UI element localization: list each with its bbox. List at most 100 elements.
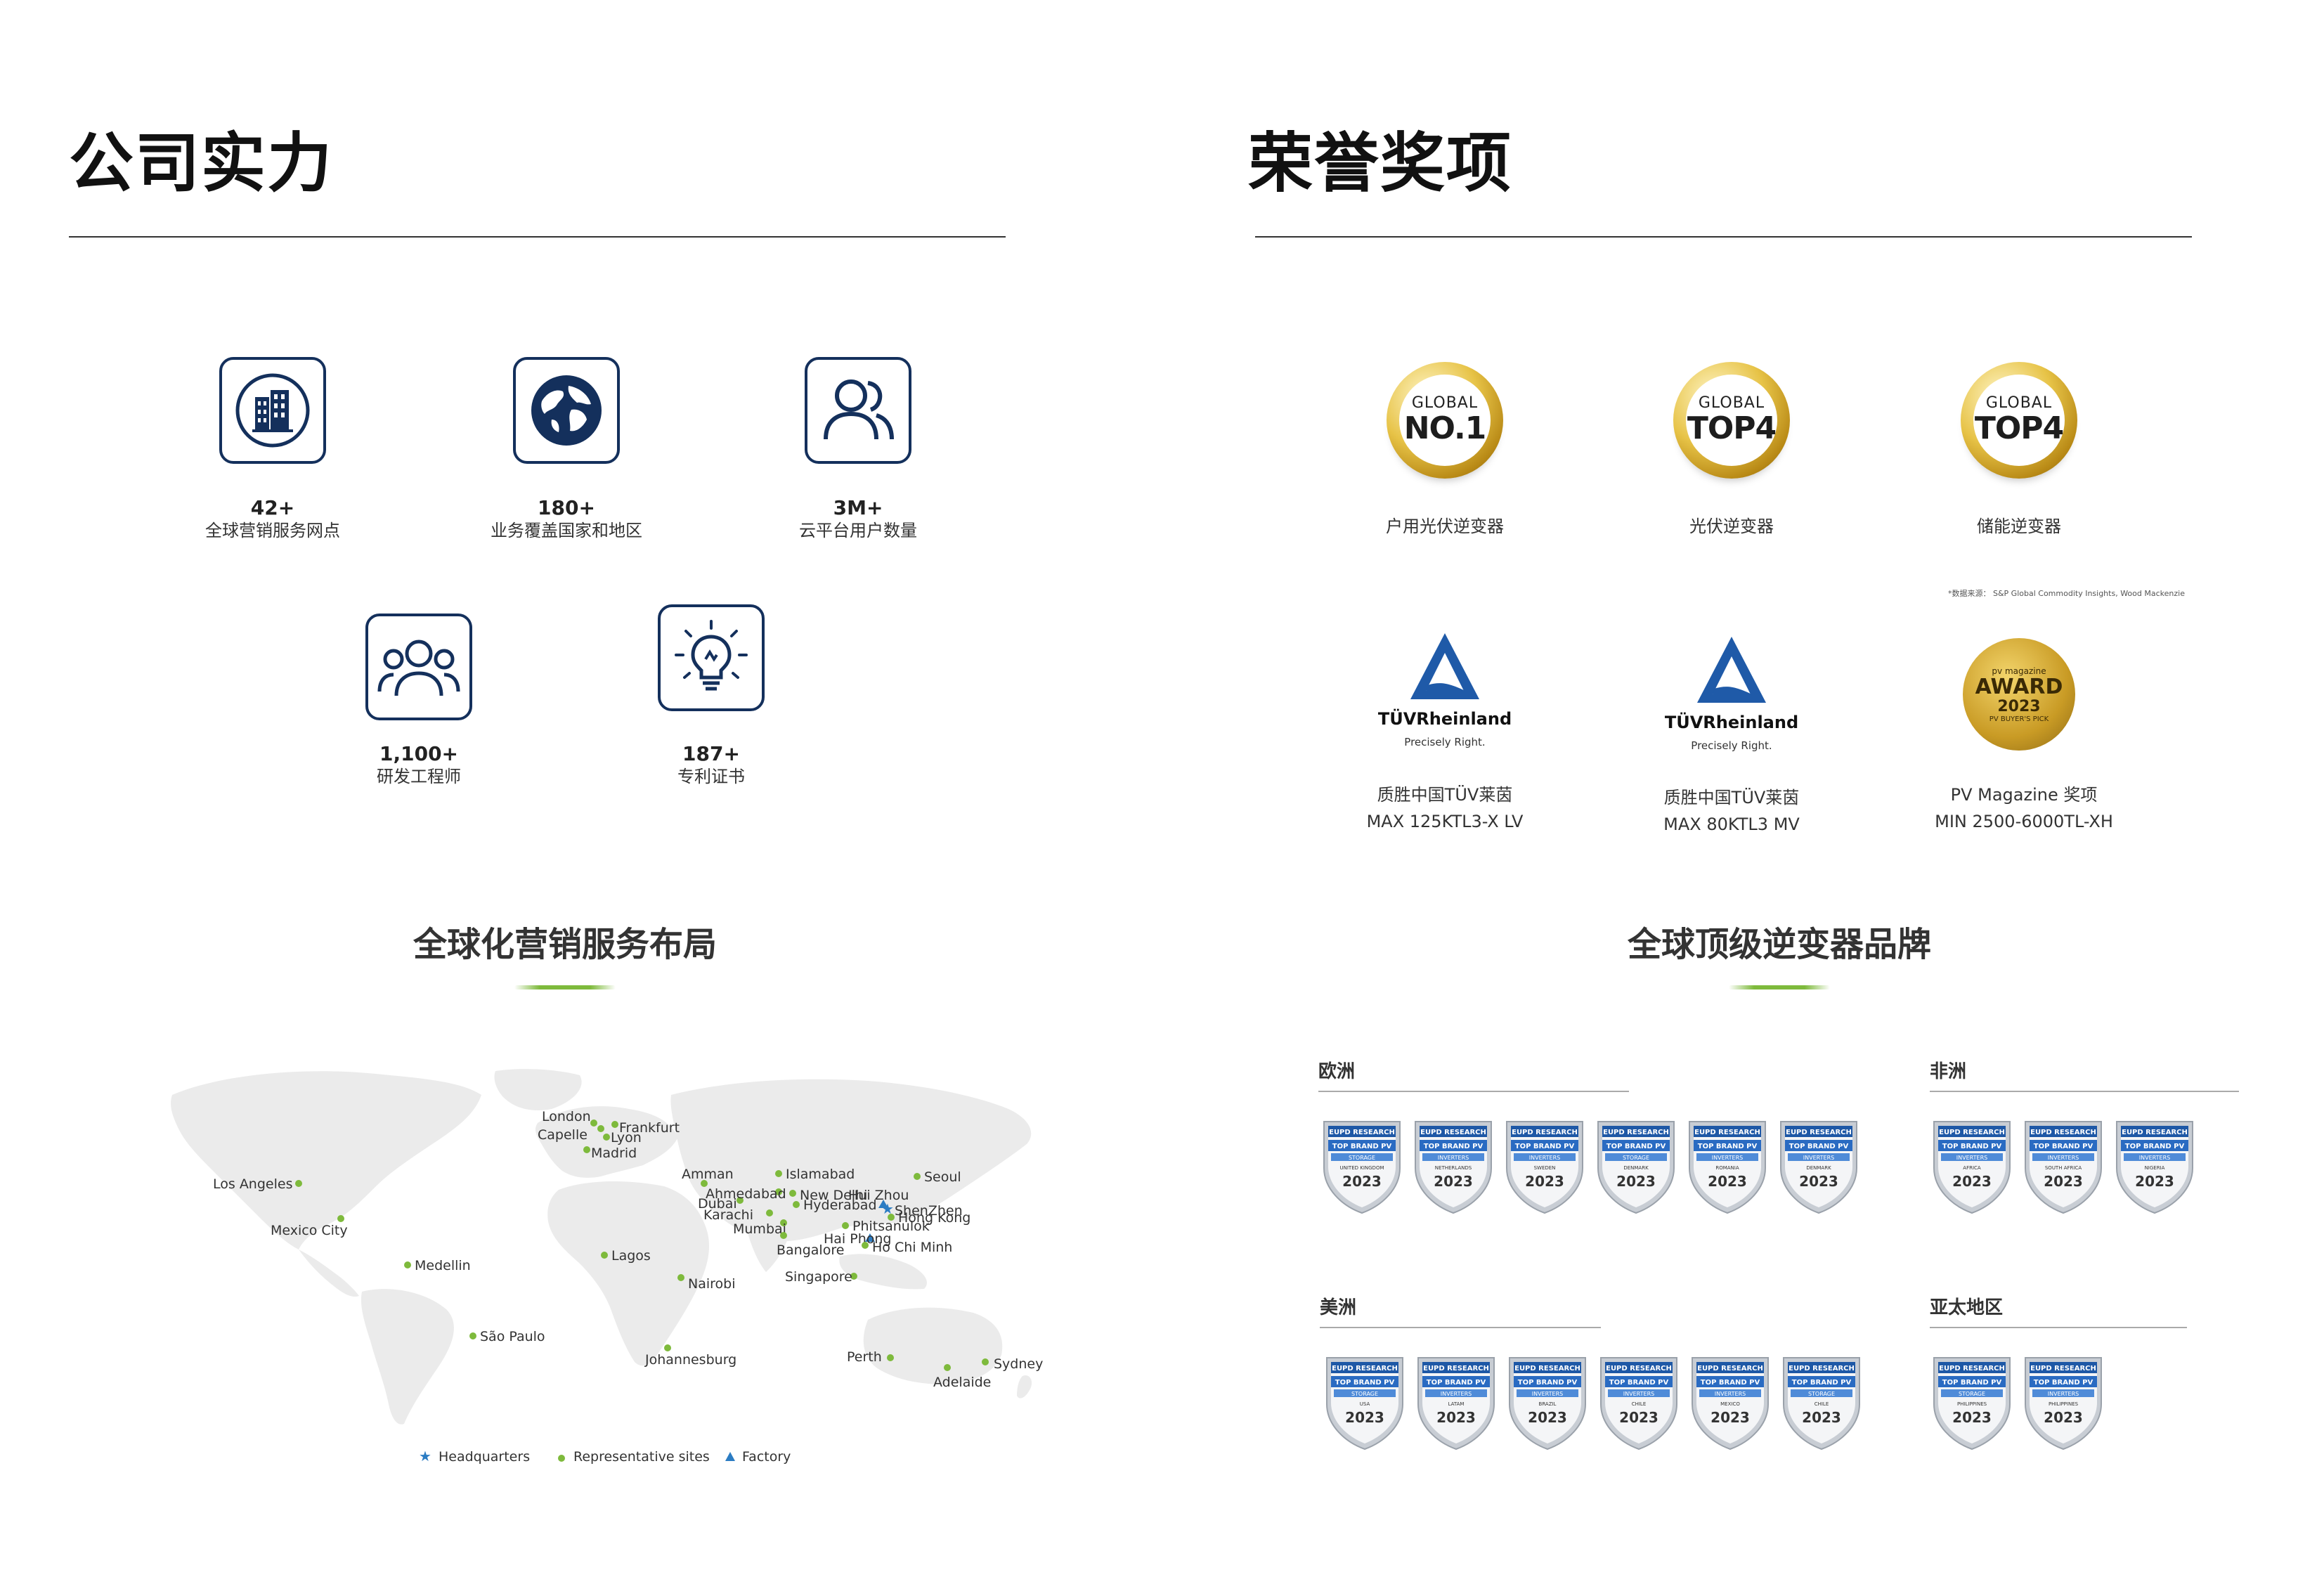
badge-top-brand: TOP BRAND PV xyxy=(1335,1379,1395,1387)
badge-category: INVERTERS xyxy=(2048,1155,2079,1161)
eupd-top-brand-badge: EUPD RESEARCH TOP BRAND PV INVERTERS DEN… xyxy=(1780,1121,1857,1214)
eupd-top-brand-badge: EUPD RESEARCH TOP BRAND PV INVERTERS NET… xyxy=(1415,1121,1492,1214)
medal-caption: 户用光伏逆变器 xyxy=(1386,517,1504,536)
badge-category: STORAGE xyxy=(1959,1391,1985,1397)
badge-category: STORAGE xyxy=(1808,1391,1835,1397)
region-label-americas: 美洲 xyxy=(1320,1297,1357,1318)
stat-label: 专利证书 xyxy=(677,767,745,786)
site-dot-icon xyxy=(590,1120,597,1127)
site-dot-icon xyxy=(793,1201,800,1208)
map-city-label: Mumbai xyxy=(733,1221,786,1237)
badge-year: 2023 xyxy=(2135,1173,2174,1190)
map-city-label: Amman xyxy=(682,1167,734,1182)
site-dot-icon xyxy=(664,1344,671,1351)
map-city-label: Singapore xyxy=(785,1269,852,1285)
site-dot-icon xyxy=(842,1222,849,1229)
eupd-top-brand-badge: EUPD RESEARCH TOP BRAND PV INVERTERS PHI… xyxy=(2025,1357,2102,1451)
stat-label: 云平台用户数量 xyxy=(799,521,917,540)
brands-section-title: 全球顶级逆变器品牌 xyxy=(1627,925,1932,964)
site-dot-icon xyxy=(597,1125,604,1132)
badge-row-africa: EUPD RESEARCH TOP BRAND PV INVERTERS AFR… xyxy=(1931,1119,2195,1216)
map-city-label: Ho Chi Minh xyxy=(872,1240,953,1255)
region-divider xyxy=(1930,1091,2239,1092)
medal-caption: 光伏逆变器 xyxy=(1689,517,1774,536)
badge-country: BRAZIL xyxy=(1539,1401,1557,1407)
legend-representative-sites: Representative sites xyxy=(573,1449,710,1465)
award-word: AWARD xyxy=(1975,674,2063,699)
cert-caption: 质胜中国TÜV莱茵 MAX 125KTL3-X LV xyxy=(1367,781,1524,835)
medal-rank: NO.1 xyxy=(1403,410,1487,446)
badge-top-brand: TOP BRAND PV xyxy=(2034,1379,2093,1387)
site-dot-icon xyxy=(982,1358,989,1365)
badge-header: EUPD RESEARCH xyxy=(1939,1365,2005,1372)
badge-category: STORAGE xyxy=(1351,1391,1378,1397)
legend-factory: Factory xyxy=(742,1449,791,1465)
site-dot-icon xyxy=(888,1214,895,1221)
region-divider xyxy=(1320,1327,1601,1328)
badge-country: NIGERIA xyxy=(2145,1165,2165,1171)
map-city-label: Adelaide xyxy=(933,1375,992,1390)
badge-category: INVERTERS xyxy=(1803,1155,1834,1161)
award-caption: PV Magazine 奖项 MIN 2500-6000TL-XH xyxy=(1935,781,2113,835)
badge-header: EUPD RESEARCH xyxy=(1697,1365,1763,1372)
section-accent xyxy=(514,985,616,989)
badge-top-brand: TOP BRAND PV xyxy=(1609,1379,1669,1387)
badge-top-brand: TOP BRAND PV xyxy=(1424,1143,1484,1150)
stat-countries: 180+ 业务覆盖国家和地区 xyxy=(440,496,693,541)
map-city-label: Capelle xyxy=(538,1127,588,1143)
badge-header: EUPD RESEARCH xyxy=(1694,1129,1760,1136)
badge-year: 2023 xyxy=(2044,1409,2083,1426)
badge-header: EUPD RESEARCH xyxy=(1512,1129,1578,1136)
site-dot-icon xyxy=(469,1332,476,1339)
medal-rank: TOP4 xyxy=(1687,410,1777,446)
medal-top-text: GLOBAL xyxy=(1411,394,1479,412)
map-city-label: Seoul xyxy=(924,1169,961,1185)
eupd-top-brand-badge: EUPD RESEARCH TOP BRAND PV STORAGE UNITE… xyxy=(1323,1121,1401,1214)
section-title-honors: 荣誉奖项 xyxy=(1248,126,1513,201)
medal-rank: TOP4 xyxy=(1974,410,2064,446)
badge-top-brand: TOP BRAND PV xyxy=(1698,1143,1758,1150)
badge-header: EUPD RESEARCH xyxy=(1789,1365,1855,1372)
badge-country: PHILIPPINES xyxy=(2049,1401,2079,1407)
badge-country: CHILE xyxy=(1632,1401,1647,1407)
cert-caption-line2: MAX 125KTL3-X LV xyxy=(1366,812,1524,831)
badge-country: DENMARK xyxy=(1623,1165,1649,1171)
award-year: 2023 xyxy=(1997,697,2041,715)
map-city-label: São Paulo xyxy=(480,1329,545,1344)
eupd-top-brand-badge: EUPD RESEARCH TOP BRAND PV STORAGE PHILI… xyxy=(1933,1357,2011,1451)
badge-year: 2023 xyxy=(1525,1173,1564,1190)
section-title-company-strength: 公司实力 xyxy=(69,126,334,201)
medal-top-text: GLOBAL xyxy=(1698,394,1765,412)
medal-global-top4-pv: GLOBAL TOP4 xyxy=(1673,362,1790,479)
region-label-africa: 非洲 xyxy=(1930,1061,1967,1082)
badge-category: INVERTERS xyxy=(1438,1155,1469,1161)
section-accent xyxy=(1729,985,1830,989)
badge-header: EUPD RESEARCH xyxy=(1420,1129,1486,1136)
map-city-label: Lyon xyxy=(611,1130,642,1146)
cert-caption-line2: MAX 80KTL3 MV xyxy=(1663,815,1800,834)
badge-top-brand: TOP BRAND PV xyxy=(1942,1379,2002,1387)
site-dot-icon xyxy=(611,1121,618,1128)
badge-year: 2023 xyxy=(1616,1173,1656,1190)
map-section-title: 全球化营销服务布局 xyxy=(413,925,718,964)
badge-header: EUPD RESEARCH xyxy=(1786,1129,1852,1136)
medal-inner: GLOBAL TOP4 xyxy=(1973,375,2065,466)
map-city-label: London xyxy=(542,1109,591,1124)
map-city-label: Lagos xyxy=(611,1248,651,1264)
badge-top-brand: TOP BRAND PV xyxy=(2125,1143,2185,1150)
title-divider xyxy=(69,236,1006,238)
badge-year: 2023 xyxy=(1434,1173,1473,1190)
eupd-top-brand-badge: EUPD RESEARCH TOP BRAND PV STORAGE USA 2… xyxy=(1326,1357,1403,1451)
badge-category: INVERTERS xyxy=(2139,1155,2170,1161)
site-dot-icon xyxy=(583,1146,590,1153)
eupd-top-brand-badge: EUPD RESEARCH TOP BRAND PV INVERTERS LAT… xyxy=(1417,1357,1495,1451)
badge-year: 2023 xyxy=(1952,1173,1992,1190)
map-markers: London Frankfurt Capelle Lyon Madrid Los Ange… xyxy=(165,1067,1051,1432)
badge-country: ROMANIA xyxy=(1715,1165,1739,1171)
badge-year: 2023 xyxy=(1710,1409,1750,1426)
badge-category: STORAGE xyxy=(1349,1155,1375,1161)
badge-header: EUPD RESEARCH xyxy=(2030,1129,2096,1136)
tuv-certificate-2: TÜVRheinland Precisely Right. xyxy=(1661,632,1802,752)
badge-category: INVERTERS xyxy=(1532,1391,1563,1397)
medal-inner: GLOBAL TOP4 xyxy=(1686,375,1777,466)
